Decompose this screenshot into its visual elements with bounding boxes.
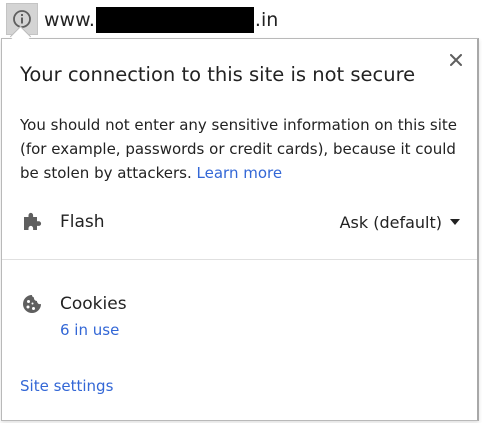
cookies-info: Cookies 6 in use (60, 292, 127, 342)
puzzle-piece-icon (20, 210, 44, 234)
page-info-popup: Your connection to this site is not secu… (1, 38, 479, 421)
url-text[interactable]: www. .in (44, 7, 278, 33)
browser-viewport: www. .in Your connection to this site is… (0, 0, 482, 423)
close-button[interactable] (447, 51, 465, 69)
flash-label: Flash (60, 212, 105, 232)
permission-row-cookies: Cookies 6 in use (20, 292, 127, 342)
permission-row-flash: Flash Ask (default) (20, 207, 460, 237)
cookies-label: Cookies (60, 294, 127, 314)
close-icon (450, 51, 462, 70)
info-circle-icon (12, 9, 32, 29)
flash-setting-dropdown[interactable]: Ask (default) (340, 213, 460, 232)
chevron-down-icon (450, 219, 460, 225)
url-prefix: www. (44, 9, 95, 31)
cookie-icon (20, 292, 44, 316)
url-redaction (95, 7, 254, 33)
security-description: You should not enter any sensitive infor… (20, 113, 468, 185)
flash-setting-value: Ask (default) (339, 212, 442, 232)
address-bar: www. .in (0, 0, 482, 38)
popup-title: Your connection to this site is not secu… (20, 63, 416, 86)
section-divider (2, 259, 477, 260)
cookies-in-use-link[interactable]: 6 in use (60, 318, 127, 342)
learn-more-link[interactable]: Learn more (197, 164, 283, 182)
site-settings-link[interactable]: Site settings (20, 377, 113, 395)
url-suffix: .in (254, 9, 279, 31)
